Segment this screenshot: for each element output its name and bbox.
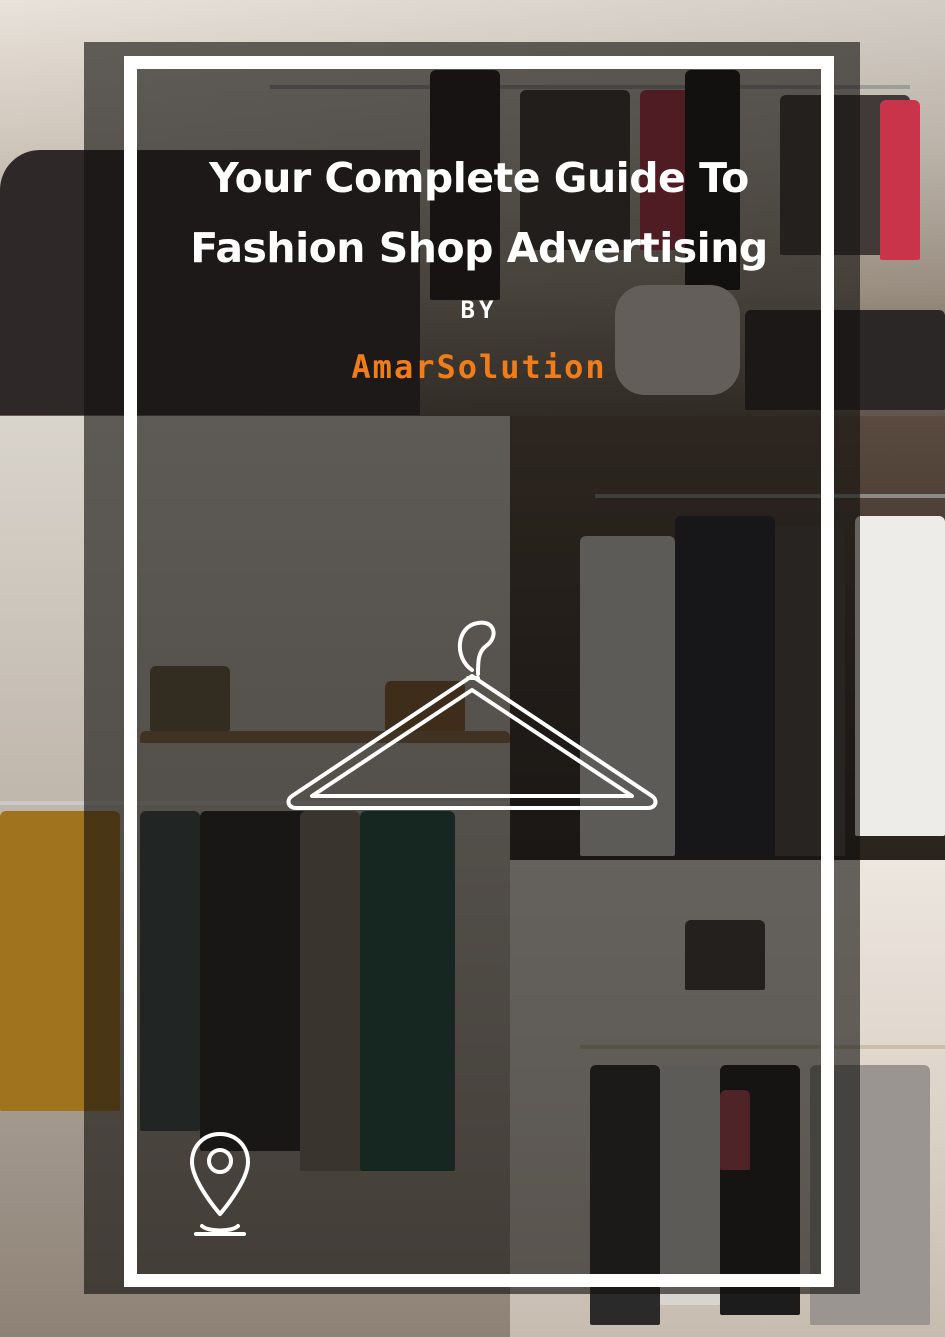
brand-name: AmarSolution bbox=[351, 348, 607, 386]
title-line-2: Fashion Shop Advertising bbox=[190, 224, 768, 272]
by-label: BY bbox=[460, 296, 498, 324]
title-line-1: Your Complete Guide To bbox=[209, 154, 749, 202]
cover-title: Your Complete Guide To Fashion Shop Adve… bbox=[124, 143, 834, 283]
hanger-icon bbox=[286, 620, 658, 810]
location-pin-icon bbox=[190, 1132, 250, 1236]
